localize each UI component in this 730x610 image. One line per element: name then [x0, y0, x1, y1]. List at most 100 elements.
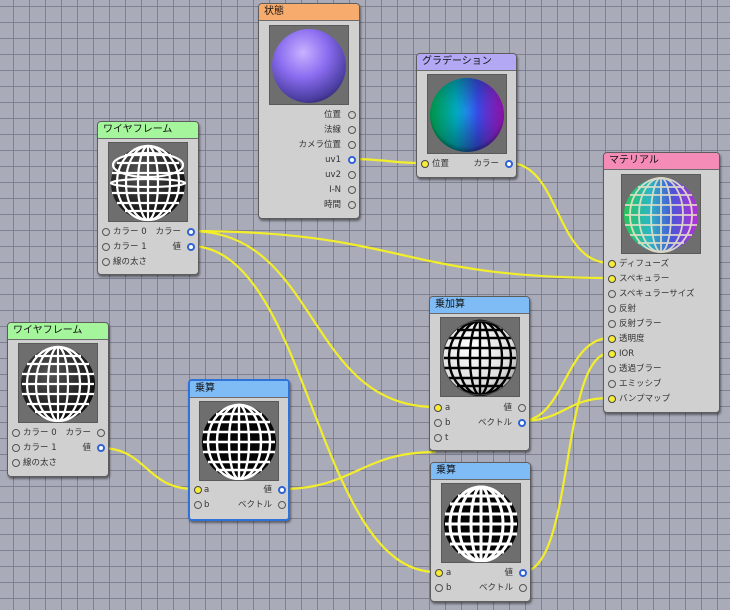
- input-transparency[interactable]: 透明度: [619, 332, 645, 346]
- output-camera-position-port[interactable]: [348, 141, 356, 149]
- input-color1[interactable]: カラー 1: [113, 240, 147, 254]
- input-specular-size-port[interactable]: [608, 290, 616, 298]
- input-t[interactable]: t: [445, 431, 448, 445]
- wire-multiply-a-to-muladd-t: [280, 450, 437, 491]
- output-color-port[interactable]: [97, 429, 105, 437]
- output-i-n-port[interactable]: [348, 186, 356, 194]
- output-i-n[interactable]: I-N: [329, 183, 341, 197]
- input-a-port[interactable]: [194, 486, 202, 494]
- gradient-node[interactable]: グラデーション 位置 カラー: [416, 53, 517, 178]
- wireframe-node-a[interactable]: ワイヤフレーム カラー 0 カラー カラー 1 値 線の太さ: [97, 121, 199, 275]
- output-vector[interactable]: ベクトル: [479, 581, 513, 595]
- input-b[interactable]: b: [445, 416, 450, 430]
- input-ior[interactable]: IOR: [619, 347, 634, 361]
- output-value[interactable]: 値: [503, 401, 512, 415]
- input-reflection-port[interactable]: [608, 305, 616, 313]
- input-transmission-blur-port[interactable]: [608, 365, 616, 373]
- input-specular-port[interactable]: [608, 275, 616, 283]
- output-value[interactable]: 値: [82, 441, 91, 455]
- output-color[interactable]: カラー: [473, 157, 499, 171]
- output-value-port[interactable]: [187, 243, 195, 251]
- input-color1-port[interactable]: [102, 243, 110, 251]
- wireframe-a-preview: [108, 142, 188, 222]
- output-uv1-port[interactable]: [348, 156, 356, 164]
- input-b-port[interactable]: [434, 419, 442, 427]
- input-color0[interactable]: カラー 0: [113, 225, 147, 239]
- input-position[interactable]: 位置: [432, 157, 449, 171]
- output-color[interactable]: カラー: [65, 426, 91, 440]
- output-value[interactable]: 値: [504, 566, 513, 580]
- input-bump-map-port[interactable]: [608, 395, 616, 403]
- output-uv2-port[interactable]: [348, 171, 356, 179]
- input-diffuse-port[interactable]: [608, 260, 616, 268]
- gradient-node-title: グラデーション: [417, 54, 516, 71]
- output-value-port[interactable]: [518, 404, 526, 412]
- input-specular-size[interactable]: スペキュラーサイズ: [619, 287, 694, 301]
- input-a[interactable]: a: [445, 401, 450, 415]
- output-vector-port[interactable]: [278, 501, 286, 509]
- output-value[interactable]: 値: [172, 240, 181, 254]
- output-vector-port[interactable]: [519, 584, 527, 592]
- output-time[interactable]: 時間: [324, 198, 341, 212]
- output-vector[interactable]: ベクトル: [238, 498, 272, 512]
- input-reflection[interactable]: 反射: [619, 302, 636, 316]
- output-value-port[interactable]: [97, 444, 105, 452]
- input-ior-port[interactable]: [608, 350, 616, 358]
- input-b[interactable]: b: [204, 498, 209, 512]
- output-camera-position[interactable]: カメラ位置: [298, 138, 341, 152]
- input-a-port[interactable]: [434, 404, 442, 412]
- input-line-width-port[interactable]: [102, 258, 110, 266]
- input-diffuse[interactable]: ディフューズ: [619, 257, 669, 271]
- input-color0-port[interactable]: [12, 429, 20, 437]
- muladd-node[interactable]: 乗加算 a 値 b ベクトル t: [429, 296, 530, 451]
- input-bump-map[interactable]: バンプマップ: [619, 392, 670, 406]
- input-color1[interactable]: カラー 1: [23, 441, 57, 455]
- input-emissive[interactable]: エミッシブ: [619, 377, 662, 391]
- output-position-port[interactable]: [348, 111, 356, 119]
- output-uv1[interactable]: uv1: [325, 153, 341, 167]
- output-value-port[interactable]: [519, 569, 527, 577]
- output-time-port[interactable]: [348, 201, 356, 209]
- output-color-port[interactable]: [187, 228, 195, 236]
- output-value[interactable]: 値: [263, 483, 272, 497]
- input-color0[interactable]: カラー 0: [23, 426, 57, 440]
- input-line-width-port[interactable]: [12, 459, 20, 467]
- wire-wireframe-b-value-to-multiply-a: [99, 446, 196, 491]
- multiply-node-b[interactable]: 乗算 a 値 b ベクトル: [430, 462, 531, 602]
- input-transmission-blur[interactable]: 透過ブラー: [619, 362, 662, 376]
- output-position[interactable]: 位置: [324, 108, 341, 122]
- wireframe-sphere-preview: [202, 403, 276, 480]
- input-reflection-blur[interactable]: 反射ブラー: [619, 317, 662, 331]
- output-value-port[interactable]: [278, 486, 286, 494]
- material-node[interactable]: マテリアル ディフューズ スペキュラー スペキュラーサイズ 反射 反射ブラー 透…: [603, 152, 720, 413]
- multiply-b-preview: [441, 483, 521, 563]
- multiply-node-a[interactable]: 乗算 a 値 b ベクトル: [188, 379, 290, 521]
- input-a-port[interactable]: [435, 569, 443, 577]
- input-position-port[interactable]: [421, 160, 429, 168]
- input-specular[interactable]: スペキュラー: [619, 272, 669, 286]
- input-color1-port[interactable]: [12, 444, 20, 452]
- output-color-port[interactable]: [505, 160, 513, 168]
- input-color0-port[interactable]: [102, 228, 110, 236]
- input-b-port[interactable]: [194, 501, 202, 509]
- input-t-port[interactable]: [434, 434, 442, 442]
- gradient-sphere-preview: [430, 78, 504, 152]
- input-b-port[interactable]: [435, 584, 443, 592]
- input-a[interactable]: a: [446, 566, 451, 580]
- state-node[interactable]: 状態 位置 法線 カメラ位置 uv1 uv2 I-N 時間: [258, 3, 360, 219]
- output-uv2[interactable]: uv2: [325, 168, 341, 182]
- input-transparency-port[interactable]: [608, 335, 616, 343]
- material-node-title: マテリアル: [604, 153, 719, 170]
- output-color[interactable]: カラー: [155, 225, 181, 239]
- input-b[interactable]: b: [446, 581, 451, 595]
- output-normal-port[interactable]: [348, 126, 356, 134]
- wireframe-node-b[interactable]: ワイヤフレーム カラー 0 カラー カラー 1 値 線の太さ: [7, 322, 109, 477]
- output-vector-port[interactable]: [518, 419, 526, 427]
- input-a[interactable]: a: [204, 483, 209, 497]
- input-emissive-port[interactable]: [608, 380, 616, 388]
- output-vector[interactable]: ベクトル: [478, 416, 512, 430]
- input-line-width[interactable]: 線の太さ: [113, 255, 147, 269]
- output-normal[interactable]: 法線: [324, 123, 341, 137]
- input-reflection-blur-port[interactable]: [608, 320, 616, 328]
- input-line-width[interactable]: 線の太さ: [23, 456, 57, 470]
